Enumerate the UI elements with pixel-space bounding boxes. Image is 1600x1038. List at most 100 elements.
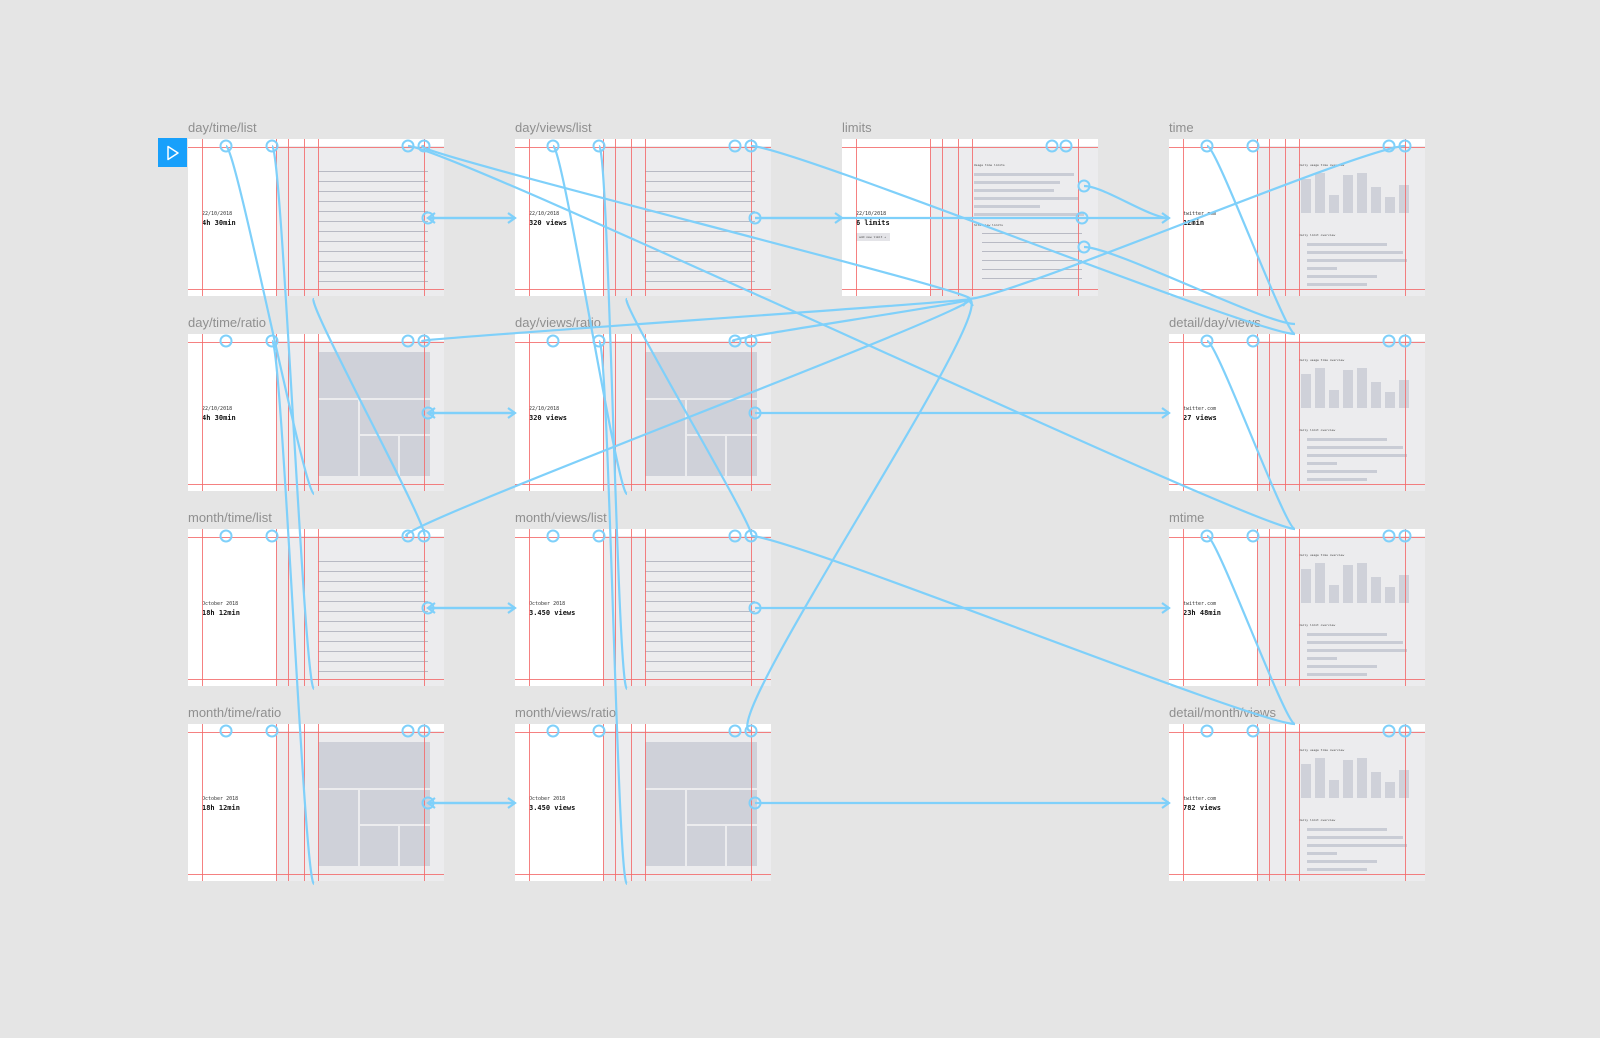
layout-grid-line <box>515 342 771 343</box>
limit-bar <box>1307 275 1377 278</box>
layout-grid-line <box>424 334 425 491</box>
layout-grid-line <box>515 289 771 290</box>
artboard-label[interactable]: time <box>1169 120 1194 135</box>
chart-bar <box>1343 175 1353 213</box>
ratio-tile <box>318 352 430 398</box>
ratio-tile <box>645 742 757 788</box>
layout-grid-line <box>288 139 289 296</box>
artboard-label[interactable]: day/time/ratio <box>188 315 266 330</box>
list-row <box>645 201 755 202</box>
artboard-lim[interactable]: 22/10/2018 6 limits add new limit + Usage t… <box>842 139 1098 296</box>
artboard-metric: 3.450 views <box>529 609 576 617</box>
artboard-label[interactable]: month/views/list <box>515 510 607 525</box>
artboard-ddv[interactable]: twitter.com 27 views Daily usage time over… <box>1169 334 1425 491</box>
layout-grid-line <box>304 529 305 686</box>
layout-grid-line <box>202 139 203 296</box>
artboard-metric: 320 views <box>529 414 567 422</box>
list-row <box>318 631 428 632</box>
layout-grid-line <box>304 139 305 296</box>
artboard-label[interactable]: detail/day/views <box>1169 315 1261 330</box>
limit-bar <box>1307 251 1403 254</box>
list-row <box>645 231 755 232</box>
ratio-tile <box>360 400 430 434</box>
layout-grid-line <box>1257 139 1258 296</box>
layout-grid-line <box>1299 529 1300 686</box>
limit-row <box>982 233 1082 234</box>
artboard-label[interactable]: limits <box>842 120 872 135</box>
layout-grid-line <box>1299 139 1300 296</box>
limit-row <box>982 242 1082 243</box>
list-row <box>645 251 755 252</box>
list-row <box>318 251 428 252</box>
layout-grid-line <box>424 724 425 881</box>
layout-grid-line <box>1169 342 1425 343</box>
list-row <box>318 171 428 172</box>
list-row <box>645 561 755 562</box>
usage-overview-title: Daily usage time overview <box>1299 553 1345 557</box>
artboard-metric: 6 limits <box>856 219 890 227</box>
artboard-dtl[interactable]: 22/10/2018 4h 30min <box>188 139 444 296</box>
chart-bar <box>1399 575 1409 603</box>
layout-grid-line <box>631 334 632 491</box>
artboard-label[interactable]: day/time/list <box>188 120 257 135</box>
ratio-tile <box>318 742 430 788</box>
chart-bar <box>1301 179 1311 213</box>
artboard-mti[interactable]: twitter.com 23h 48min Daily usage time ove… <box>1169 529 1425 686</box>
layout-grid-line <box>188 484 444 485</box>
layout-grid-line <box>1269 529 1270 686</box>
ratio-tile <box>645 400 685 476</box>
artboard-nav-bar <box>188 529 444 536</box>
layout-grid-line <box>529 724 530 881</box>
artboard-label[interactable]: day/views/ratio <box>515 315 601 330</box>
artboard-dtr[interactable]: 22/10/2018 4h 30min <box>188 334 444 491</box>
chart-bar <box>1329 585 1339 603</box>
artboard-dvr[interactable]: 22/10/2018 320 views <box>515 334 771 491</box>
layout-grid-line <box>972 139 973 296</box>
list-row <box>645 221 755 222</box>
artboard-label[interactable]: day/views/list <box>515 120 592 135</box>
artboard-date: 22/10/2018 <box>202 406 233 412</box>
chart-bar <box>1399 380 1409 408</box>
limit-bar <box>1307 446 1403 449</box>
flow-connection[interactable] <box>746 297 973 733</box>
artboard-label[interactable]: month/time/ratio <box>188 705 281 720</box>
artboard-nav-bar <box>842 139 1098 146</box>
artboard-dmv[interactable]: twitter.com 782 views Daily usage time ove… <box>1169 724 1425 881</box>
layout-grid-line <box>615 139 616 296</box>
artboard-label[interactable]: month/time/list <box>188 510 272 525</box>
layout-grid-line <box>188 147 444 148</box>
limit-overview-title: Daily limit overview <box>1299 233 1336 237</box>
flow-arrowhead <box>834 212 844 224</box>
ratio-tile <box>318 790 358 866</box>
add-limit-button[interactable]: add new limit + <box>856 233 890 241</box>
layout-grid-line <box>1078 139 1079 296</box>
list-row <box>645 241 755 242</box>
artboard-tim[interactable]: twitter.com 12min Daily usage time overvie… <box>1169 139 1425 296</box>
artboard-dvl[interactable]: 22/10/2018 320 views <box>515 139 771 296</box>
artboard-label[interactable]: mtime <box>1169 510 1204 525</box>
view-limits-title: Site view limits <box>974 223 1003 227</box>
artboard-mvr[interactable]: October 2018 3.450 views <box>515 724 771 881</box>
list-row <box>318 271 428 272</box>
artboard-nav-bar <box>188 724 444 731</box>
artboard-mtl[interactable]: October 2018 18h 12min <box>188 529 444 686</box>
artboard-label[interactable]: month/views/ratio <box>515 705 616 720</box>
artboard-date: October 2018 <box>202 601 239 607</box>
present-button[interactable] <box>158 138 187 167</box>
chart-bar <box>1301 374 1311 408</box>
limit-bar <box>1307 438 1387 441</box>
chart-bar <box>1357 563 1367 603</box>
layout-grid-line <box>1169 874 1425 875</box>
limit-bar <box>1307 462 1337 465</box>
layout-grid-line <box>276 724 277 881</box>
usage-list <box>645 163 757 291</box>
limit-bar <box>1307 454 1407 457</box>
ratio-tile <box>360 790 430 824</box>
usage-list <box>318 553 430 681</box>
list-row <box>318 661 428 662</box>
limit-bar <box>974 181 1060 184</box>
flow-arrowhead <box>1161 212 1171 224</box>
artboard-mvl[interactable]: October 2018 3.450 views <box>515 529 771 686</box>
artboard-label[interactable]: detail/month/views <box>1169 705 1276 720</box>
artboard-mtr[interactable]: October 2018 18h 12min <box>188 724 444 881</box>
